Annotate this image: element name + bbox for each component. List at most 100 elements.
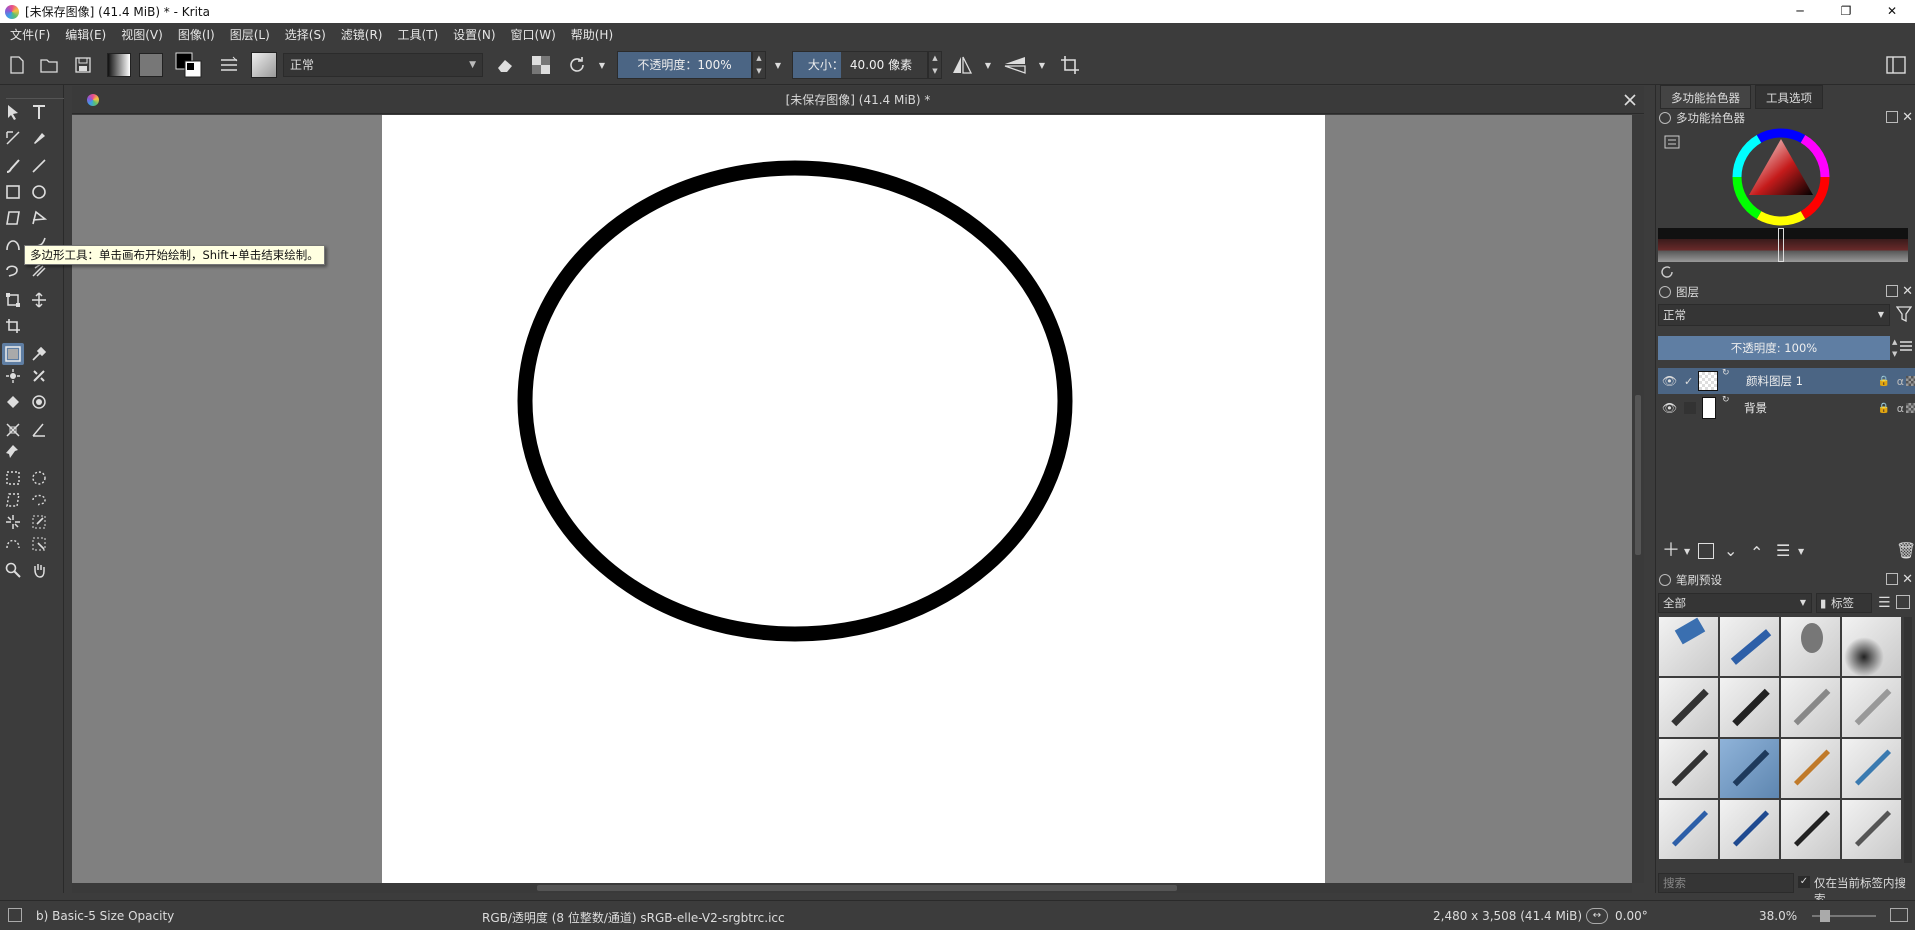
bezier-curve-tool-icon[interactable] — [2, 233, 24, 255]
paint-bucket-tool-icon[interactable] — [2, 391, 24, 413]
saturation-triangle[interactable] — [1749, 139, 1813, 195]
opacity-dropdown-icon[interactable]: ▼ — [772, 53, 784, 77]
close-window-button[interactable]: ✕ — [1869, 0, 1915, 23]
vertical-scrollbar[interactable] — [1632, 115, 1644, 883]
delete-layer-icon[interactable]: 🗑 — [1896, 541, 1915, 560]
pattern-preset-icon[interactable] — [138, 53, 164, 77]
alpha-lock-icon[interactable]: α — [1897, 375, 1904, 388]
save-icon[interactable] — [72, 53, 94, 77]
menu-view[interactable]: 视图(V) — [115, 26, 172, 43]
brush-preset-sketch-dark-blue[interactable] — [1720, 800, 1779, 859]
dynamic-brush-tool-icon[interactable] — [2, 259, 24, 281]
vertical-scrollbar-thumb[interactable] — [1635, 395, 1641, 555]
add-layer-dropdown-icon[interactable]: ▼ — [1684, 547, 1690, 556]
docker-float-icon[interactable] — [1886, 111, 1898, 123]
brush-preset-basic-5-selected[interactable] — [1720, 739, 1779, 798]
open-folder-icon[interactable] — [38, 53, 60, 77]
brush-preset-pencil-soft[interactable] — [1842, 678, 1901, 737]
color-wheel[interactable] — [1731, 127, 1831, 227]
layer-lock-icon[interactable]: 🔒 — [1878, 403, 1890, 414]
inherit-alpha-icon[interactable] — [1906, 403, 1915, 413]
brush-preset-pencil-dark[interactable] — [1659, 678, 1718, 737]
enclose-fill-tool-icon[interactable] — [28, 391, 50, 413]
brush-preset-airbrush[interactable] — [1781, 617, 1840, 676]
layer-properties-icon[interactable]: ☰ — [1776, 541, 1790, 560]
brush-search-input[interactable]: 搜索 — [1658, 873, 1794, 893]
measure-tool-icon[interactable] — [28, 419, 50, 441]
docker-close-icon[interactable]: ✕ — [1902, 109, 1913, 127]
maximize-button[interactable]: ❐ — [1823, 0, 1869, 23]
menu-window[interactable]: 窗口(W) — [505, 26, 565, 43]
fill-tool-icon[interactable] — [28, 365, 50, 387]
mirror-v-dropdown-icon[interactable]: ▼ — [1036, 53, 1048, 77]
layers-float-icon[interactable] — [1886, 285, 1898, 297]
brush-preset-charcoal[interactable] — [1781, 800, 1840, 859]
layers-lock-icon[interactable] — [1659, 286, 1671, 298]
brush-import-icon[interactable] — [1896, 595, 1910, 609]
layer-row[interactable]: 👁 ✓ ↻ 颜料图层 1 🔒 α — [1658, 368, 1915, 394]
layer-checkbox-icon[interactable] — [1684, 402, 1696, 414]
menu-filter[interactable]: 滤镜(R) — [335, 26, 392, 43]
layer-row[interactable]: 👁 ↻ 背景 🔒 α — [1658, 395, 1915, 421]
brush-presets-close-icon[interactable]: ✕ — [1902, 571, 1913, 589]
layer-lock-icon[interactable]: 🔒 — [1878, 376, 1890, 387]
reload-dropdown-icon[interactable]: ▼ — [596, 53, 608, 77]
brush-preset-eraser[interactable] — [1659, 617, 1718, 676]
calligraphy-tool-icon[interactable] — [28, 127, 50, 149]
preserve-alpha-icon[interactable] — [530, 53, 552, 77]
opacity-spin-icon[interactable]: ▲ ▼ — [752, 51, 766, 79]
eye-icon[interactable]: 👁 — [1662, 374, 1677, 388]
assistant-tool-icon[interactable] — [2, 419, 24, 441]
gradient-tool-icon[interactable] — [2, 343, 24, 365]
new-document-icon[interactable] — [6, 53, 28, 77]
brush-preset-ink-pen[interactable] — [1842, 617, 1901, 676]
menu-select[interactable]: 选择(S) — [279, 26, 335, 43]
layer-filter-icon[interactable] — [1895, 305, 1914, 325]
edit-shapes-tool-icon[interactable] — [2, 127, 24, 149]
layer-blend-select[interactable]: 正常 ▼ — [1658, 304, 1890, 326]
ellipse-selection-tool-icon[interactable] — [28, 467, 50, 489]
paper-canvas[interactable] — [382, 115, 1325, 883]
brush-preset-marker[interactable] — [1720, 617, 1779, 676]
similar-selection-tool-icon[interactable] — [28, 511, 50, 533]
freehand-selection-tool-icon[interactable] — [28, 489, 50, 511]
brush-presets-lock-icon[interactable] — [1659, 574, 1671, 586]
docker-lock-icon[interactable] — [1659, 112, 1671, 124]
move-layer-up-icon[interactable]: ⌃ — [1750, 543, 1763, 562]
mirror-dropdown-icon[interactable]: ▼ — [982, 53, 994, 77]
menu-settings[interactable]: 设置(N) — [447, 26, 504, 43]
brush-preset-ink[interactable] — [1659, 739, 1718, 798]
brush-preset-brush-pen[interactable] — [1720, 678, 1779, 737]
polygon-selection-tool-icon[interactable] — [2, 489, 24, 511]
color-picker-tool-icon[interactable] — [28, 343, 50, 365]
contiguous-selection-tool-icon[interactable] — [2, 511, 24, 533]
move-tool-icon[interactable] — [28, 289, 50, 311]
gradient-preset-icon[interactable] — [106, 53, 132, 77]
brush-preset-splatter[interactable] — [1842, 739, 1901, 798]
opacity-slider[interactable]: 不透明度：100% — [617, 51, 752, 79]
brush-grid-scrollbar[interactable] — [1904, 617, 1912, 863]
rect-selection-tool-icon[interactable] — [2, 467, 24, 489]
mirror-horizontal-icon[interactable] — [950, 53, 974, 77]
reference-images-tool-icon[interactable] — [2, 441, 24, 463]
brush-tag-filter-select[interactable]: 全部 ▼ — [1658, 593, 1812, 613]
rectangle-tool-icon[interactable] — [2, 181, 24, 203]
brush-settings-icon[interactable] — [217, 53, 241, 77]
zoom-value[interactable]: 38.0% — [1759, 909, 1797, 923]
line-tool-icon[interactable] — [28, 155, 50, 177]
color-selector-settings-icon[interactable] — [1664, 135, 1680, 149]
zoom-tool-icon[interactable] — [2, 559, 24, 581]
layer-properties-dropdown-icon[interactable]: ▼ — [1798, 547, 1804, 556]
refresh-colors-icon[interactable] — [1660, 265, 1674, 279]
brush-preset-fineliner[interactable] — [1781, 739, 1840, 798]
zoom-slider-handle[interactable] — [1820, 910, 1830, 922]
freehand-brush-tool-icon[interactable] — [2, 155, 24, 177]
menu-layer[interactable]: 图层(L) — [224, 26, 279, 43]
layer-name[interactable]: 颜料图层 1 — [1746, 373, 1803, 389]
inherit-alpha-icon[interactable] — [1906, 376, 1915, 386]
crop-tool-icon[interactable] — [2, 315, 24, 337]
blend-mode-select[interactable]: 正常 ▼ — [283, 53, 483, 77]
text-tool-icon[interactable] — [28, 101, 50, 123]
wrap-around-icon[interactable] — [1058, 53, 1082, 77]
brush-preset-graphite[interactable] — [1842, 800, 1901, 859]
